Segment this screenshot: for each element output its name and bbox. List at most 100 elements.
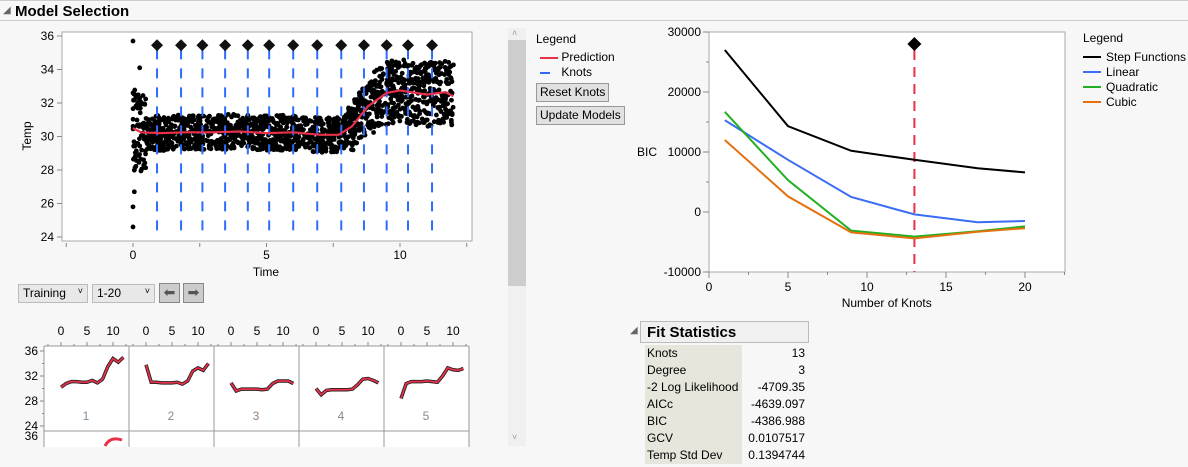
panel-label[interactable]: 2: [168, 409, 175, 423]
data-point: [326, 123, 332, 128]
update-models-button[interactable]: Update Models: [536, 106, 625, 125]
x-tick-label: 10: [106, 324, 120, 338]
data-point: [435, 105, 441, 110]
data-point: [395, 65, 401, 70]
data-point: [137, 65, 143, 71]
data-point: [433, 112, 439, 118]
fit-statistics-header[interactable]: Fit Statistics: [640, 321, 809, 343]
data-point: [306, 134, 312, 140]
fit-stat-value: 0.0107517: [748, 431, 805, 445]
x-tick-label: 5: [84, 324, 91, 338]
data-point: [133, 153, 139, 159]
data-point: [131, 97, 137, 103]
temp-time-plot[interactable]: 24 26 28 30 32 34 36 0 5 10 Time Temp: [0, 22, 505, 284]
x-tick-label: 5: [785, 280, 792, 294]
data-point: [303, 144, 308, 150]
data-point: [447, 65, 452, 70]
data-point: [254, 147, 260, 153]
fit-stat-row: BIC -4386.988: [645, 413, 807, 430]
previous-button[interactable]: ⬅: [159, 283, 180, 303]
fit-stat-value: -4709.35: [757, 380, 805, 394]
data-point: [216, 113, 222, 119]
data-point: [334, 116, 340, 121]
x-tick-label: 0: [143, 324, 150, 338]
data-point: [356, 123, 361, 129]
data-point: [175, 117, 181, 123]
data-point: [406, 63, 412, 68]
y-tick-label: 30000: [668, 25, 702, 39]
data-point: [430, 98, 436, 103]
data-point: [372, 92, 378, 98]
range-dropdown[interactable]: 1-20 ˅: [92, 284, 155, 303]
fit-stat-value: 0.1394744: [748, 448, 805, 462]
data-point: [410, 104, 416, 110]
data-point: [319, 120, 325, 126]
data-point: [415, 97, 421, 103]
data-point: [133, 141, 139, 146]
panel-label[interactable]: 5: [423, 409, 430, 423]
set-value: Training: [23, 286, 66, 300]
data-point: [399, 70, 405, 76]
y-tick-label: 32: [41, 96, 55, 110]
data-point: [239, 140, 245, 146]
scroll-up-icon[interactable]: ˄: [512, 28, 517, 38]
data-point: [139, 166, 145, 172]
panel-label[interactable]: 3: [253, 409, 260, 423]
data-point: [374, 84, 380, 89]
fit-stat-label: -2 Log Likelihood: [645, 379, 742, 396]
panel-label[interactable]: 1: [83, 409, 90, 423]
data-point: [279, 136, 284, 142]
x-axis-label: Time: [253, 265, 280, 279]
fit-stat-row: GCV 0.0107517: [645, 430, 807, 447]
set-dropdown[interactable]: Training ˅: [18, 284, 88, 303]
data-point: [407, 121, 413, 127]
x-tick-label: 5: [339, 324, 346, 338]
data-point: [250, 137, 256, 143]
legend-item-knots: Knots: [540, 65, 592, 79]
data-point: [449, 112, 455, 118]
data-point: [322, 127, 328, 133]
reset-knots-button[interactable]: Reset Knots: [536, 83, 610, 102]
data-point: [301, 118, 307, 124]
data-point: [305, 119, 311, 125]
data-point: [280, 146, 286, 151]
y-tick-label: 10000: [668, 145, 702, 159]
fit-stat-label: BIC: [645, 413, 742, 430]
data-point: [276, 114, 282, 120]
scrollbar-thumb[interactable]: [508, 40, 526, 286]
x-tick-label: 20: [1018, 280, 1032, 294]
legend-label: Prediction: [561, 50, 615, 64]
data-point: [237, 117, 243, 123]
data-point: [259, 116, 265, 122]
data-point: [334, 127, 340, 133]
data-point: [310, 149, 316, 154]
data-point: [357, 127, 363, 133]
data-point: [346, 107, 352, 112]
data-point: [372, 69, 377, 75]
data-point: [167, 141, 172, 146]
y-tick-label: 36: [41, 29, 55, 43]
data-point: [377, 121, 382, 126]
scroll-down-icon[interactable]: ˅: [512, 432, 517, 442]
x-tick-label: 15: [939, 280, 953, 294]
fit-statistics-title: Fit Statistics: [647, 324, 737, 341]
data-point: [425, 110, 431, 116]
outline-header[interactable]: ◢ Model Selection: [0, 0, 1188, 21]
disclosure-triangle-icon[interactable]: ◢: [630, 325, 638, 336]
data-point: [130, 224, 136, 230]
panel-label[interactable]: 4: [338, 409, 345, 423]
data-point: [414, 81, 420, 87]
disclosure-triangle-icon[interactable]: ◢: [3, 5, 11, 16]
data-point: [448, 76, 454, 82]
fit-stat-label: Temp Std Dev: [645, 447, 742, 464]
data-point: [137, 110, 143, 116]
data-point: [430, 60, 436, 66]
data-point: [438, 109, 444, 114]
y-tick-label: 30: [41, 130, 55, 144]
next-button[interactable]: ➡: [183, 283, 204, 303]
data-point: [296, 144, 302, 149]
data-point: [147, 127, 153, 133]
data-point: [450, 104, 456, 110]
fit-stat-value: -4639.097: [750, 397, 805, 411]
data-point: [401, 77, 407, 83]
